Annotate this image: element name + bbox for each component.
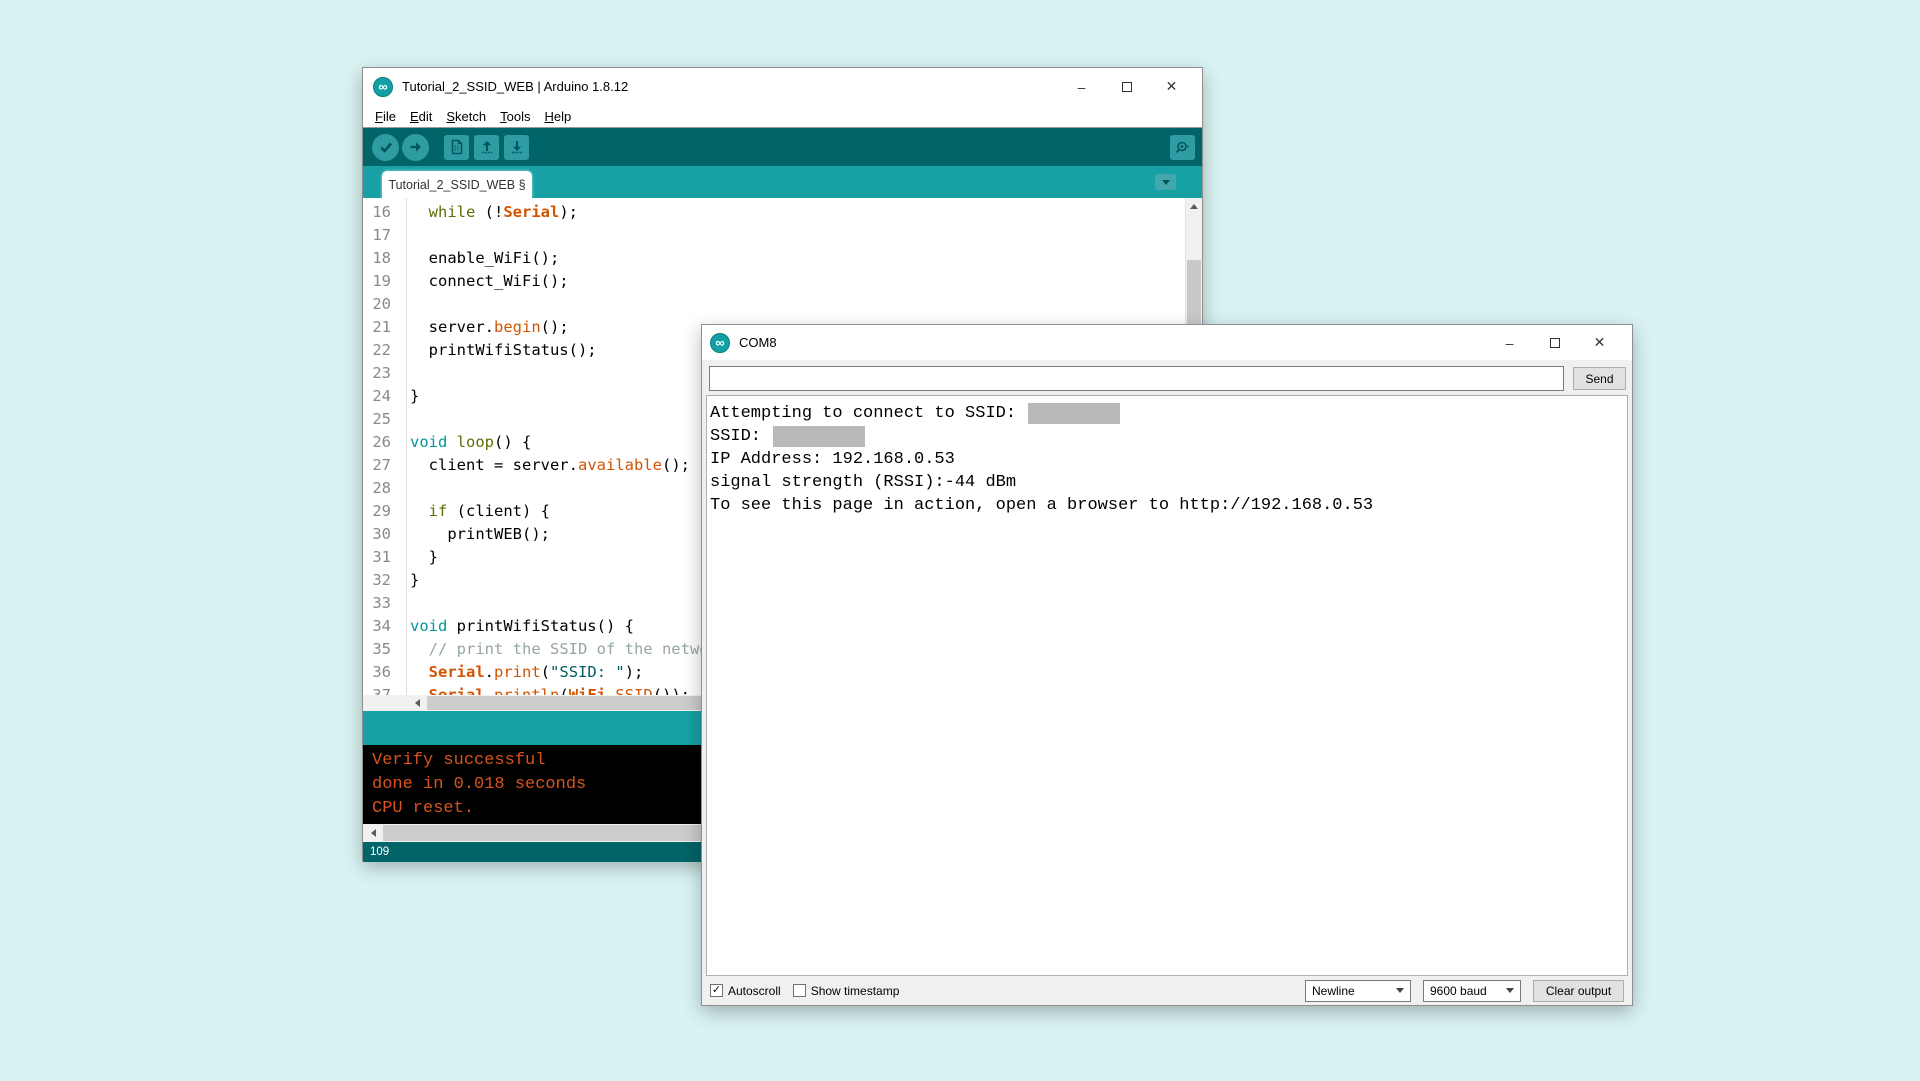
serial-bottom-bar: ✓ Autoscroll ✓ Show timestamp Newline 96…	[702, 976, 1632, 1005]
verify-button[interactable]	[372, 134, 399, 161]
menu-sketch[interactable]: Sketch	[440, 107, 492, 126]
open-sketch-button[interactable]	[474, 135, 499, 160]
code-line-17: 17	[363, 224, 1202, 247]
triangle-left-icon	[371, 829, 376, 837]
redaction-box	[773, 426, 865, 447]
serial-output[interactable]: Attempting to connect to SSID: SSID: IP …	[706, 395, 1628, 976]
menu-file[interactable]: File	[369, 107, 402, 126]
show-timestamp-label: Show timestamp	[811, 984, 900, 998]
code-line-20: 20	[363, 293, 1202, 316]
scroll-left-arrow[interactable]	[365, 824, 382, 842]
serial-line: Attempting to connect to SSID:	[710, 402, 1625, 425]
serial-monitor-window: ∞ COM8 – ✕ Send Attempting to connect to…	[701, 324, 1633, 1006]
serial-send-input[interactable]	[709, 366, 1564, 391]
line-ending-value: Newline	[1312, 984, 1396, 998]
arduino-logo-icon: ∞	[373, 77, 393, 97]
minimize-button[interactable]: –	[1487, 325, 1532, 360]
maximize-button[interactable]	[1532, 325, 1577, 360]
menu-edit[interactable]: Edit	[404, 107, 438, 126]
baud-rate-value: 9600 baud	[1430, 984, 1506, 998]
serial-titlebar[interactable]: ∞ COM8 – ✕	[702, 325, 1632, 360]
clear-output-button[interactable]: Clear output	[1533, 980, 1624, 1002]
maximize-button[interactable]	[1104, 68, 1149, 105]
close-button[interactable]: ✕	[1577, 325, 1622, 360]
serial-window-controls: – ✕	[1487, 325, 1622, 360]
redaction-box	[1028, 403, 1120, 424]
triangle-up-icon	[1190, 204, 1198, 209]
new-sketch-button[interactable]	[444, 135, 469, 160]
scroll-left-arrow[interactable]	[409, 695, 426, 711]
save-sketch-button[interactable]	[504, 135, 529, 160]
ide-window-controls: – ✕	[1059, 68, 1194, 105]
code-line-16: 16 while (!Serial);	[363, 201, 1202, 224]
arrow-right-icon	[408, 139, 424, 155]
code-line-18: 18 enable_WiFi();	[363, 247, 1202, 270]
close-button[interactable]: ✕	[1149, 68, 1194, 105]
autoscroll-checkbox[interactable]: ✓	[710, 984, 723, 997]
check-icon	[378, 139, 394, 155]
send-button[interactable]: Send	[1573, 367, 1626, 390]
serial-line: To see this page in action, open a brows…	[710, 494, 1625, 517]
baud-rate-select[interactable]: 9600 baud	[1423, 980, 1521, 1002]
show-timestamp-checkbox[interactable]: ✓	[793, 984, 806, 997]
serial-line: IP Address: 192.168.0.53	[710, 448, 1625, 471]
code-line-19: 19 connect_WiFi();	[363, 270, 1202, 293]
triangle-left-icon	[415, 699, 420, 707]
check-icon: ✓	[712, 985, 721, 996]
upload-button[interactable]	[402, 134, 429, 161]
ide-toolbar	[363, 128, 1202, 166]
ide-titlebar[interactable]: ∞ Tutorial_2_SSID_WEB | Arduino 1.8.12 –…	[363, 68, 1202, 105]
chevron-down-icon	[1506, 988, 1514, 993]
serial-line: signal strength (RSSI):-44 dBm	[710, 471, 1625, 494]
chevron-down-icon	[1162, 180, 1170, 185]
scroll-up-arrow[interactable]	[1186, 198, 1202, 215]
cursor-line-indicator: 109	[370, 846, 389, 858]
arduino-logo-icon: ∞	[710, 333, 730, 353]
serial-line: SSID:	[710, 425, 1625, 448]
tab-list-dropdown-button[interactable]	[1155, 174, 1176, 190]
menu-bar: FileEditSketchToolsHelp	[363, 105, 1202, 128]
desktop: ∞ Tutorial_2_SSID_WEB | Arduino 1.8.12 –…	[0, 0, 1920, 1081]
line-ending-select[interactable]: Newline	[1305, 980, 1411, 1002]
autoscroll-label: Autoscroll	[728, 984, 781, 998]
arrow-up-tray-icon	[479, 139, 495, 155]
magnifier-icon	[1174, 139, 1191, 156]
maximize-icon	[1122, 82, 1132, 92]
document-icon	[449, 139, 465, 155]
serial-window-title: COM8	[739, 335, 777, 350]
ide-window-title: Tutorial_2_SSID_WEB | Arduino 1.8.12	[402, 79, 628, 94]
minimize-button[interactable]: –	[1059, 68, 1104, 105]
tab-tutorial-2-ssid-web[interactable]: Tutorial_2_SSID_WEB §	[382, 171, 532, 198]
serial-monitor-button[interactable]	[1170, 135, 1195, 160]
tab-bar: Tutorial_2_SSID_WEB §	[363, 166, 1202, 198]
maximize-icon	[1550, 338, 1560, 348]
menu-tools[interactable]: Tools	[494, 107, 536, 126]
arrow-down-tray-icon	[509, 139, 525, 155]
menu-help[interactable]: Help	[538, 107, 577, 126]
chevron-down-icon	[1396, 988, 1404, 993]
